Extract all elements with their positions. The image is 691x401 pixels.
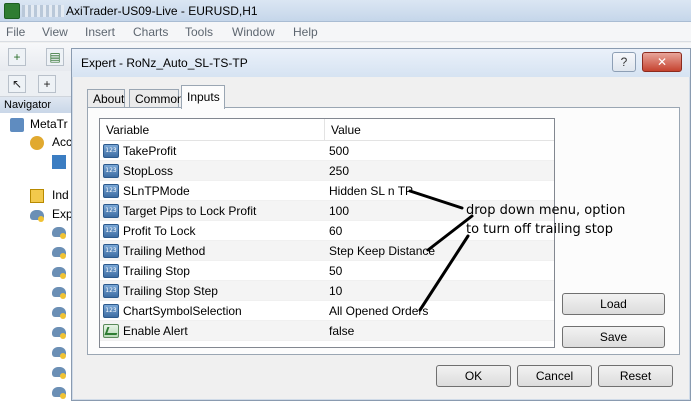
menu-window[interactable]: Window	[232, 25, 275, 39]
row-value[interactable]: Hidden SL n TP	[329, 184, 413, 198]
redacted-account	[22, 5, 64, 17]
new-chart-icon[interactable]: +	[8, 48, 26, 66]
table-row[interactable]: 123 Trailing Method Step Keep Distance	[100, 241, 554, 261]
row-variable: Profit To Lock	[123, 224, 196, 238]
expert-item-icon[interactable]	[52, 387, 66, 399]
nav-experts[interactable]: Exp	[52, 207, 73, 221]
row-value[interactable]: 60	[329, 224, 342, 238]
nav-indicators[interactable]: Ind	[52, 188, 69, 202]
profiles-icon[interactable]: ▤	[46, 48, 64, 66]
expert-item-icon[interactable]	[52, 247, 66, 259]
account-icon	[52, 155, 66, 169]
annotation-line-1: drop down menu, option	[466, 203, 626, 218]
table-row[interactable]: 123 Trailing Stop Step 10	[100, 281, 554, 301]
row-variable: Target Pips to Lock Profit	[123, 204, 257, 218]
row-value[interactable]: false	[329, 324, 354, 338]
row-value[interactable]: All Opened Orders	[329, 304, 428, 318]
close-button[interactable]: ✕	[642, 52, 682, 72]
tab-inputs[interactable]: Inputs	[181, 85, 225, 109]
menu-view[interactable]: View	[42, 25, 68, 39]
nav-root[interactable]: MetaTr	[30, 117, 68, 131]
bool-icon	[103, 324, 119, 338]
metatrader-icon	[10, 118, 24, 132]
row-variable: SLnTPMode	[123, 184, 190, 198]
navigator-title: Navigator	[0, 97, 79, 113]
annotation-text: drop down menu, option to turn off trail…	[466, 201, 666, 239]
app-titlebar: AxiTrader-US09-Live - EURUSD,H1	[0, 0, 691, 22]
reset-button[interactable]: Reset	[598, 365, 673, 387]
int-icon: 123	[103, 184, 119, 198]
table-row[interactable]: Enable Alert false	[100, 321, 554, 341]
menu-file[interactable]: File	[6, 25, 25, 39]
tab-about[interactable]: About	[87, 89, 125, 108]
cursor-icon[interactable]: ↖	[8, 75, 26, 93]
row-value[interactable]: 50	[329, 264, 342, 278]
experts-icon	[30, 210, 44, 222]
grid-header: Variable Value	[100, 119, 554, 141]
menu-insert[interactable]: Insert	[85, 25, 115, 39]
nav-accounts[interactable]: Acc	[52, 135, 72, 149]
int-icon: 123	[103, 144, 119, 158]
table-row[interactable]: 123 Trailing Stop 50	[100, 261, 554, 281]
row-value[interactable]: 100	[329, 204, 349, 218]
crosshair-icon[interactable]: +	[38, 75, 56, 93]
menu-tools[interactable]: Tools	[185, 25, 213, 39]
row-variable: StopLoss	[123, 164, 174, 178]
int-icon: 123	[103, 304, 119, 318]
expert-item-icon[interactable]	[52, 227, 66, 239]
int-icon: 123	[103, 284, 119, 298]
navigator-panel: Navigator MetaTr Acc Ind Exp	[0, 97, 80, 401]
column-divider[interactable]	[324, 119, 325, 141]
row-variable: TakeProfit	[123, 144, 177, 158]
ok-button[interactable]: OK	[436, 365, 511, 387]
menubar: File View Insert Charts Tools Window Hel…	[0, 22, 691, 42]
int-icon: 123	[103, 224, 119, 238]
table-row[interactable]: 123 StopLoss 250	[100, 161, 554, 181]
cancel-button[interactable]: Cancel	[517, 365, 592, 387]
expert-item-icon[interactable]	[52, 327, 66, 339]
indicators-icon	[30, 189, 44, 203]
row-value[interactable]: 10	[329, 284, 342, 298]
expert-item-icon[interactable]	[52, 347, 66, 359]
expert-item-icon[interactable]	[52, 307, 66, 319]
help-button[interactable]: ?	[612, 52, 636, 72]
expert-item-icon[interactable]	[52, 287, 66, 299]
dialog-titlebar: Expert - RoNz_Auto_SL-TS-TP ? ✕	[72, 49, 690, 77]
column-value[interactable]: Value	[331, 123, 361, 137]
row-variable: Trailing Stop Step	[123, 284, 218, 298]
load-button[interactable]: Load	[562, 293, 665, 315]
row-variable: Trailing Method	[123, 244, 206, 258]
tab-common[interactable]: Common	[129, 89, 184, 108]
table-row[interactable]: 123 SLnTPMode Hidden SL n TP	[100, 181, 554, 201]
int-icon: 123	[103, 164, 119, 178]
table-row[interactable]: 123 TakeProfit 500	[100, 141, 554, 161]
column-variable[interactable]: Variable	[106, 123, 149, 137]
row-variable: ChartSymbolSelection	[123, 304, 242, 318]
menu-charts[interactable]: Charts	[133, 25, 168, 39]
app-title: AxiTrader-US09-Live - EURUSD,H1	[66, 4, 258, 18]
accounts-icon	[30, 136, 44, 150]
tools-toolbar: ↖ +	[0, 71, 80, 97]
row-value[interactable]: 500	[329, 144, 349, 158]
save-button[interactable]: Save	[562, 326, 665, 348]
row-value[interactable]: Step Keep Distance	[329, 244, 435, 258]
dialog-title: Expert - RoNz_Auto_SL-TS-TP	[81, 56, 248, 70]
menu-help[interactable]: Help	[293, 25, 318, 39]
expert-item-icon[interactable]	[52, 267, 66, 279]
row-value[interactable]: 250	[329, 164, 349, 178]
row-variable: Trailing Stop	[123, 264, 190, 278]
int-icon: 123	[103, 264, 119, 278]
row-variable: Enable Alert	[123, 324, 188, 338]
app-icon	[4, 3, 20, 19]
int-icon: 123	[103, 204, 119, 218]
table-row[interactable]: 123 ChartSymbolSelection All Opened Orde…	[100, 301, 554, 321]
annotation-line-2: to turn off trailing stop	[466, 222, 613, 237]
int-icon: 123	[103, 244, 119, 258]
expert-item-icon[interactable]	[52, 367, 66, 379]
